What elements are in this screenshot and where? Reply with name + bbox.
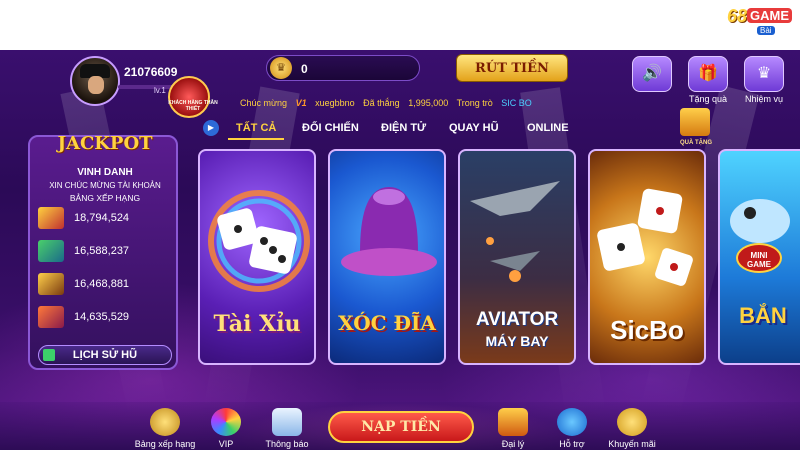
jackpot-row: 14,635,529 xyxy=(38,306,174,330)
face-shape xyxy=(88,76,104,94)
logo-number: 68 xyxy=(727,6,748,26)
nav-vip-label: VIP xyxy=(218,439,234,449)
ticker-prefix: Chúc mừng xyxy=(240,98,288,108)
game-title: XÓC ĐĨA xyxy=(338,311,436,335)
lobby-background: 21076609 lv.1 KHÁCH HÀNG THÂN THIẾT ♛ 0 … xyxy=(0,50,800,450)
airplane-icon xyxy=(470,181,560,282)
slot-thumbnail-icon xyxy=(38,273,64,295)
ticker-in-text: Trong trò xyxy=(456,98,493,108)
withdraw-button[interactable]: RÚT TIỀN xyxy=(456,54,568,82)
gift-corner-label: QUÀ TẶNG xyxy=(680,140,712,146)
speaker-icon[interactable]: 🔊 xyxy=(632,56,672,92)
history-label: LỊCH SỬ HŨ xyxy=(72,349,138,361)
game-title: BẮN xyxy=(739,303,787,328)
jackpot-value: 16,468,881 xyxy=(74,278,130,290)
win-ticker: Chúc mừng V1 xuegbbno Đã thắng 1,995,000… xyxy=(240,98,538,108)
tab-jackpot-slots[interactable]: QUAY HŨ xyxy=(449,122,499,134)
promo-coin-icon[interactable] xyxy=(617,408,647,436)
tab-electronic[interactable]: ĐIỆN TỬ xyxy=(381,122,426,134)
game-subtitle: MÁY BAY xyxy=(485,333,549,349)
notification-icon[interactable] xyxy=(272,408,302,436)
jackpot-value: 16,588,237 xyxy=(74,245,130,257)
slot-thumbnail-icon xyxy=(38,306,64,328)
crown-coin-icon: ♛ xyxy=(270,57,292,79)
jackpot-value: 14,635,529 xyxy=(74,311,130,323)
nav-leaderboard-label: Bảng xếp hạng xyxy=(134,439,196,449)
crown-mission-icon[interactable]: ♛ xyxy=(744,56,784,92)
game-title: Tài Xỉu xyxy=(213,311,301,337)
game-card-sicbo[interactable]: SicBo xyxy=(588,149,706,365)
game-title: AVIATOR xyxy=(475,309,559,330)
gift-box-icon[interactable] xyxy=(680,108,710,136)
game-card-tai-xiu[interactable]: Tài Xỉu xyxy=(198,149,316,365)
tab-all[interactable]: TẤT CẢ xyxy=(236,122,276,134)
leaderboard-icon[interactable] xyxy=(150,408,180,436)
jackpot-panel: JACKPOT VINH DANH XIN CHÚC MỪNG TÀI KHOẢ… xyxy=(28,133,178,370)
mini-game-badge: MINI GAME xyxy=(736,243,782,273)
ticker-game: SIC BO xyxy=(501,98,532,108)
ticker-amount: 1,995,000 xyxy=(408,98,449,108)
gift-icon[interactable]: 🎁 xyxy=(688,56,728,92)
game-logo: 68 GAME Bài xyxy=(727,6,797,36)
agent-gift-icon[interactable] xyxy=(498,408,528,436)
jackpot-congrats: XIN CHÚC MỪNG TÀI KHOẢN xyxy=(49,181,161,190)
jackpot-row: 16,588,237 xyxy=(38,240,174,264)
jackpot-row: 18,794,524 xyxy=(38,207,174,231)
dice-icon xyxy=(208,190,310,292)
player-id: 21076609 xyxy=(124,65,178,79)
game-title: SicBo xyxy=(610,315,684,345)
jackpot-history-button[interactable]: LỊCH SỬ HŨ xyxy=(38,345,172,365)
slot-thumbnail-icon xyxy=(38,240,64,262)
game-card-aviator[interactable]: AVIATOR MÁY BAY xyxy=(458,149,576,365)
support-icon[interactable] xyxy=(557,408,587,436)
tab-online[interactable]: ONLINE xyxy=(527,122,569,134)
jackpot-rank-label: BẢNG XẾP HẠNG xyxy=(69,193,141,203)
game-card-ban-ca[interactable]: MINI GAME BẮN xyxy=(718,149,800,365)
vip-wheel-icon[interactable] xyxy=(211,408,241,436)
dice-icon xyxy=(597,188,693,286)
deposit-button[interactable]: NẠP TIỀN xyxy=(328,411,474,443)
play-icon[interactable]: ▶ xyxy=(203,120,219,136)
bowl-icon xyxy=(341,187,437,276)
ticker-vip: V1 xyxy=(295,98,307,108)
jackpot-row: 16,468,881 xyxy=(38,273,174,297)
avatar[interactable] xyxy=(70,56,120,106)
coin-value: 0 xyxy=(301,62,308,76)
jackpot-subtitle: VINH DANH xyxy=(77,167,133,178)
player-level: lv.1 xyxy=(154,86,166,95)
mission-label: Nhiệm vụ xyxy=(744,94,783,104)
tab-versus[interactable]: ĐỐI CHIẾN xyxy=(302,122,359,134)
game-card-xoc-dia[interactable]: XÓC ĐĨA xyxy=(328,149,446,365)
nav-promo-label: Khuyến mãi xyxy=(608,439,656,449)
slot-thumbnail-icon xyxy=(38,207,64,229)
logo-game: GAME xyxy=(747,8,792,23)
nav-notice-label: Thông báo xyxy=(265,439,309,449)
jackpot-title: JACKPOT xyxy=(57,133,153,154)
logo-bai: Bài xyxy=(757,26,775,35)
ticker-username: xuegbbno xyxy=(315,98,355,108)
coin-balance: ♛ 0 xyxy=(266,55,420,81)
jackpot-value: 18,794,524 xyxy=(74,212,130,224)
ticker-won-text: Đã thắng xyxy=(363,98,400,108)
badge-label: KHÁCH HÀNG THÂN THIẾT xyxy=(168,100,218,112)
history-icon xyxy=(43,349,55,361)
active-tab-indicator xyxy=(228,138,284,140)
gift-label: Tặng quà xyxy=(688,94,728,104)
